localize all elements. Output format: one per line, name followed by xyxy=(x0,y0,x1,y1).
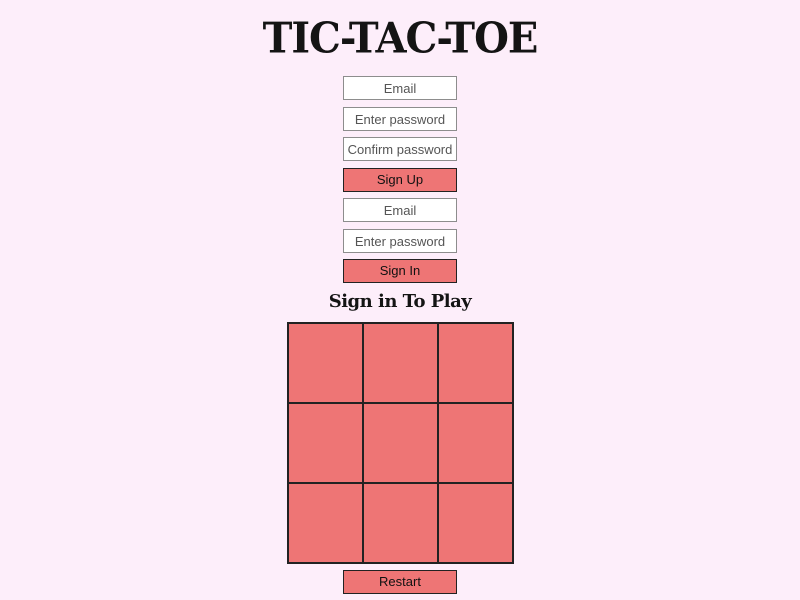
sign-up-password-input[interactable] xyxy=(343,107,457,131)
sign-up-button[interactable]: Sign Up xyxy=(343,168,457,192)
board-cell-7[interactable] xyxy=(363,483,438,563)
sign-up-email-input[interactable] xyxy=(343,76,457,100)
board-cell-1[interactable] xyxy=(363,323,438,403)
sign-up-confirm-password-input[interactable] xyxy=(343,137,457,161)
board-cell-5[interactable] xyxy=(438,403,513,483)
board-cell-8[interactable] xyxy=(438,483,513,563)
page-title: TIC-TAC-TOE xyxy=(262,13,539,64)
board-cell-3[interactable] xyxy=(288,403,363,483)
board-cell-6[interactable] xyxy=(288,483,363,563)
board-cell-4[interactable] xyxy=(363,403,438,483)
game-status-message: Sign in To Play xyxy=(328,291,472,312)
board-cell-0[interactable] xyxy=(288,323,363,403)
sign-in-email-input[interactable] xyxy=(343,198,457,222)
sign-in-button[interactable]: Sign In xyxy=(343,259,457,283)
restart-button[interactable]: Restart xyxy=(343,570,457,594)
game-board xyxy=(287,322,514,564)
board-cell-2[interactable] xyxy=(438,323,513,403)
sign-in-password-input[interactable] xyxy=(343,229,457,253)
